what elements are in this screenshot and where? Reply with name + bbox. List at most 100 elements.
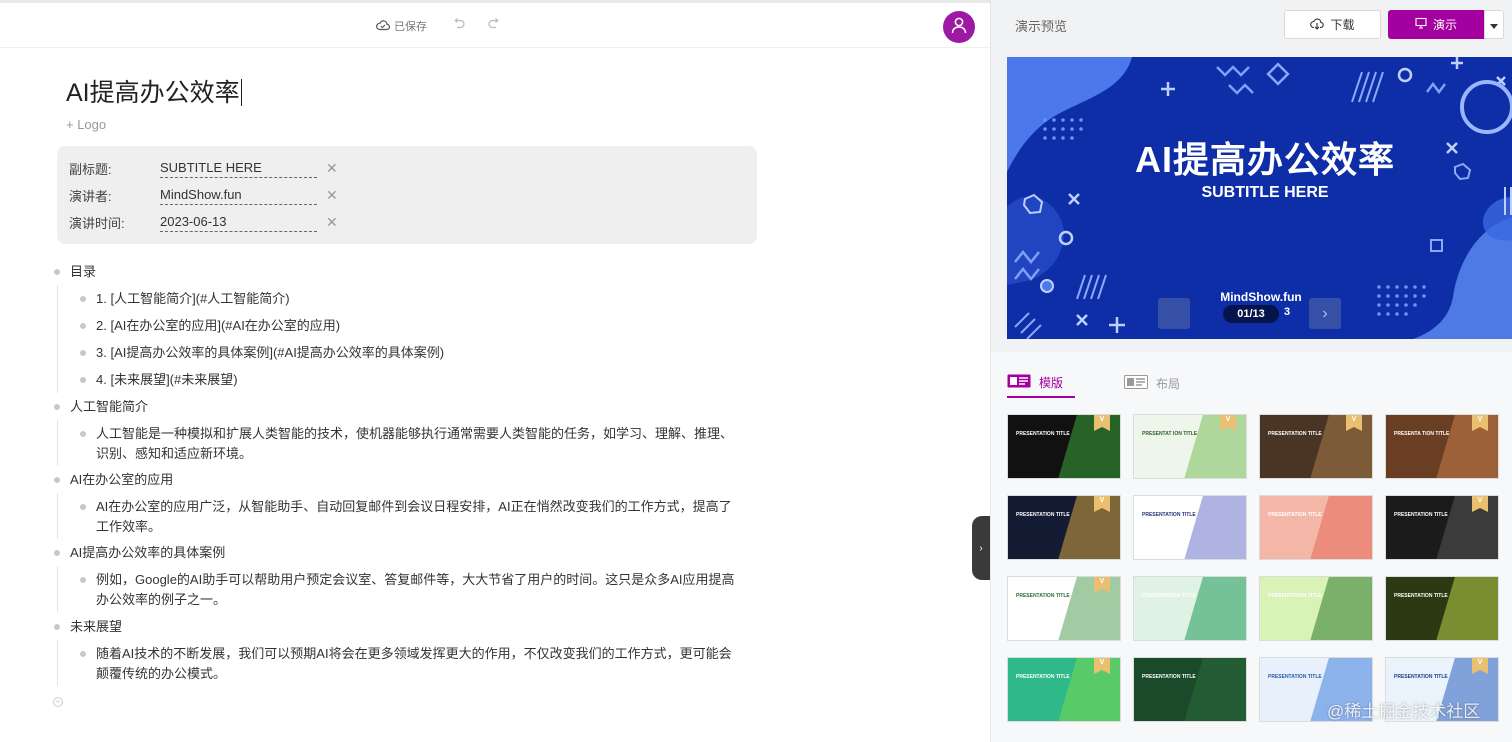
thumbnail-art <box>1184 577 1246 640</box>
presenter-field[interactable]: MindShow.fun <box>160 186 317 205</box>
template-thumbnail[interactable]: PRESENTATION TITLE <box>1133 576 1247 641</box>
template-thumbnail[interactable]: PRESENTATION TITLE V <box>1385 495 1499 560</box>
template-gallery: 模版 布局 PRESENTATION TITLE V PRESENTAT ION T… <box>991 352 1512 742</box>
watermark: @稀土掘金技术社区 <box>1327 702 1481 721</box>
thumbnail-title: PRESENTATION TITLE <box>1016 593 1070 599</box>
download-button[interactable]: 下载 <box>1284 10 1381 39</box>
avatar[interactable] <box>943 11 975 43</box>
bullet-icon <box>80 431 86 437</box>
template-thumbnail[interactable]: PRESENTATION TITLE V <box>1007 495 1121 560</box>
bullet-icon <box>80 577 86 583</box>
document-title-text: AI提高办公效率 <box>66 79 240 107</box>
template-thumbnail[interactable]: PRESENTATION TITLE <box>1259 576 1373 641</box>
editor-toolbar: 已保存 <box>0 3 990 48</box>
outline-heading[interactable]: 未来展望 <box>70 617 122 637</box>
thumbnail-art <box>1184 415 1246 478</box>
template-thumbnail[interactable]: PRESENTATION TITLE V <box>1007 576 1121 641</box>
template-thumbnail[interactable]: PRESENTAT ION TITLE V <box>1133 414 1247 479</box>
thumbnail-title: PRESENTATION TITLE <box>1268 674 1322 680</box>
thumbnail-art <box>1436 496 1498 559</box>
tab-template[interactable]: 模版 <box>1007 368 1076 398</box>
thumbnail-title: PRESENTATION TITLE <box>1268 431 1322 437</box>
presentation-icon <box>1415 17 1427 32</box>
indent-guide <box>57 420 58 466</box>
thumbnail-art <box>1436 577 1498 640</box>
save-status-label: 已保存 <box>394 21 427 33</box>
outline-item[interactable]: 例如，Google的AI助手可以帮助用户预定会议室、答复邮件等，大大节省了用户的… <box>96 570 736 610</box>
outline-item[interactable]: AI在办公室的应用广泛，从智能助手、自动回复邮件到会议日程安排，AI正在悄然改变… <box>96 497 736 537</box>
outline-item[interactable]: 人工智能是一种模拟和扩展人类智能的技术，使机器能够执行通常需要人类智能的任务，如… <box>96 424 736 464</box>
thumbnail-title: PRESENTATION TITLE <box>1394 512 1448 518</box>
bullet-icon <box>80 296 86 302</box>
slide-presenter: MindShow.fun <box>1220 290 1302 304</box>
close-icon[interactable]: ✕ <box>326 214 338 231</box>
add-node-icon[interactable]: + <box>53 697 63 707</box>
thumbnail-art <box>1184 658 1246 721</box>
meta-row-date: 演讲时间: 2023-06-13 ✕ <box>69 212 338 232</box>
date-field[interactable]: 2023-06-13 <box>160 213 317 232</box>
undo-button[interactable] <box>452 17 468 33</box>
tab-layout-label: 布局 <box>1156 376 1181 391</box>
outline-heading[interactable]: 目录 <box>70 262 96 282</box>
bullet-icon <box>80 350 86 356</box>
download-label: 下载 <box>1330 18 1355 32</box>
bullet-icon <box>80 377 86 383</box>
close-icon[interactable]: ✕ <box>326 160 338 177</box>
thumbnail-art <box>1058 577 1120 640</box>
redo-button[interactable] <box>487 17 503 33</box>
thumbnail-art <box>1058 496 1120 559</box>
outline-item[interactable]: 2. [AI在办公室的应用](#AI在办公室的应用) <box>96 316 340 336</box>
thumbnail-title: PRESENTA TION TITLE <box>1394 431 1450 437</box>
template-thumbnail[interactable]: PRESENTATION TITLE <box>1133 495 1247 560</box>
template-thumbnail[interactable]: PRESENTATION TITLE <box>1133 657 1247 722</box>
present-dropdown-button[interactable] <box>1484 10 1504 39</box>
template-thumbnail[interactable]: PRESENTATION TITLE V <box>1259 414 1373 479</box>
slide-preview[interactable]: AI提高办公效率 SUBTITLE HERE MindShow.fun 01/1… <box>1007 57 1512 339</box>
outline-heading[interactable]: AI在办公室的应用 <box>70 470 173 490</box>
preview-title: 演示预览 <box>1015 19 1068 34</box>
add-logo-button[interactable]: + Logo <box>66 117 106 132</box>
thumbnail-title: PRESENTATION TITLE <box>1268 593 1322 599</box>
outline-heading[interactable]: AI提高办公效率的具体案例 <box>70 543 225 563</box>
template-thumbnail[interactable]: PRESENTATION TITLE <box>1259 495 1373 560</box>
outline-item[interactable]: 3. [AI提高办公效率的具体案例](#AI提高办公效率的具体案例) <box>96 343 444 363</box>
template-thumbnail[interactable]: PRESENTATION TITLE <box>1385 576 1499 641</box>
template-thumbnail[interactable]: PRESENTA TION TITLE V <box>1385 414 1499 479</box>
redo-icon <box>487 18 501 35</box>
thumbnail-art <box>1436 415 1498 478</box>
thumbnail-title: PRESENTATION TITLE <box>1016 431 1070 437</box>
present-button[interactable]: 演示 <box>1388 10 1484 39</box>
slide-next-button[interactable]: › <box>1309 298 1341 329</box>
thumbnail-art <box>1310 415 1372 478</box>
cloud-download-icon <box>1310 17 1325 33</box>
collapse-panel-button[interactable]: › <box>972 516 990 580</box>
text-caret <box>240 79 242 106</box>
template-thumbnail[interactable]: PRESENTATION TITLE V <box>1007 657 1121 722</box>
meta-row-subtitle: 副标题: SUBTITLE HERE ✕ <box>69 158 338 178</box>
indent-guide <box>57 493 58 539</box>
outline-item[interactable]: 1. [人工智能简介](#人工智能简介) <box>96 289 290 309</box>
subtitle-field[interactable]: SUBTITLE HERE <box>160 159 317 178</box>
tab-layout[interactable]: 布局 <box>1124 368 1180 398</box>
cloud-check-icon <box>376 19 391 34</box>
undo-icon <box>452 18 466 35</box>
meta-label: 演讲时间: <box>69 215 125 231</box>
indent-guide <box>57 285 58 393</box>
bullet-icon <box>54 477 60 483</box>
thumbnail-art <box>1184 496 1246 559</box>
outline-heading[interactable]: 人工智能简介 <box>70 397 148 417</box>
template-thumbnail[interactable]: PRESENTATION TITLE V <box>1007 414 1121 479</box>
document-title[interactable]: AI提高办公效率 <box>66 78 242 108</box>
close-icon[interactable]: ✕ <box>326 187 338 204</box>
chevron-right-icon: › <box>1322 305 1328 322</box>
thumbnail-title: PRESENTATION TITLE <box>1142 674 1196 680</box>
save-status: 已保存 <box>376 18 427 34</box>
outline-item[interactable]: 随着AI技术的不断发展，我们可以预期AI将会在更多领域发挥更大的作用，不仅改变我… <box>96 644 736 684</box>
slide-subtitle: SUBTITLE HERE <box>1201 184 1329 201</box>
thumbnail-title: PRESENTATION TITLE <box>1016 674 1070 680</box>
thumbnail-title: PRESENTATION TITLE <box>1142 512 1196 518</box>
slide-prev-button[interactable] <box>1158 298 1190 329</box>
preview-panel: 演示预览 下载 演示 AI提高办公效率 SUBTITLE HERE MindSh… <box>990 0 1512 742</box>
outline-item[interactable]: 4. [未来展望](#未来展望) <box>96 370 238 390</box>
thumbnail-title: PRESENTATION TITLE <box>1394 593 1448 599</box>
